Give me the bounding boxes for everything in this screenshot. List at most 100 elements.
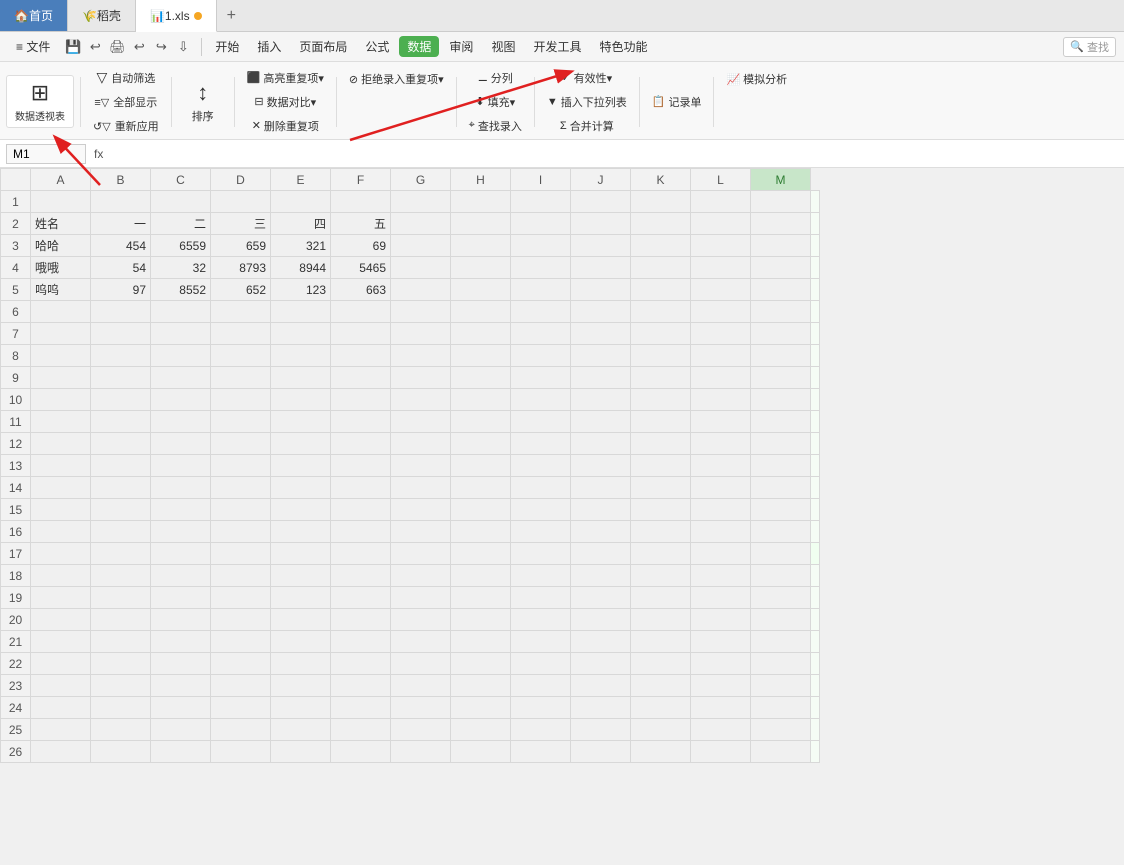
cell-15-3[interactable] [211,499,271,521]
col-header-K[interactable]: K [631,169,691,191]
cell-24-4[interactable] [271,697,331,719]
menu-pagelayout[interactable]: 页面布局 [291,35,355,58]
row-num-1[interactable]: 1 [1,191,31,213]
cell-26-13[interactable] [811,741,820,763]
cell-1-9[interactable] [571,191,631,213]
cell-7-5[interactable] [331,323,391,345]
cell-12-8[interactable] [511,433,571,455]
insert-dropdown-button[interactable]: ▼ 插入下拉列表 [541,91,633,113]
cell-7-12[interactable] [751,323,811,345]
cell-21-11[interactable] [691,631,751,653]
cell-19-2[interactable] [151,587,211,609]
cell-13-10[interactable] [631,455,691,477]
cell-10-6[interactable] [391,389,451,411]
cell-22-12[interactable] [751,653,811,675]
cell-12-3[interactable] [211,433,271,455]
cell-14-4[interactable] [271,477,331,499]
cell-22-3[interactable] [211,653,271,675]
cell-12-13[interactable] [811,433,820,455]
cell-24-7[interactable] [451,697,511,719]
cell-25-7[interactable] [451,719,511,741]
row-num-6[interactable]: 6 [1,301,31,323]
cell-18-6[interactable] [391,565,451,587]
cell-21-13[interactable] [811,631,820,653]
cell-18-5[interactable] [331,565,391,587]
row-num-20[interactable]: 20 [1,609,31,631]
cell-14-7[interactable] [451,477,511,499]
cell-20-7[interactable] [451,609,511,631]
cell-24-3[interactable] [211,697,271,719]
cell-17-6[interactable] [391,543,451,565]
cell-9-4[interactable] [271,367,331,389]
col-header-M[interactable]: M [751,169,811,191]
cell-4-0[interactable]: 哦哦 [31,257,91,279]
cell-26-11[interactable] [691,741,751,763]
cell-16-2[interactable] [151,521,211,543]
cell-16-12[interactable] [751,521,811,543]
full-show-button[interactable]: ≡▽ 全部显示 [87,91,165,113]
cell-7-2[interactable] [151,323,211,345]
cell-24-5[interactable] [331,697,391,719]
row-num-10[interactable]: 10 [1,389,31,411]
cell-26-6[interactable] [391,741,451,763]
cell-10-11[interactable] [691,389,751,411]
cell-12-10[interactable] [631,433,691,455]
cell-23-13[interactable] [811,675,820,697]
cell-2-7[interactable] [451,213,511,235]
undo-icon[interactable]: ↩ [86,38,104,56]
row-num-16[interactable]: 16 [1,521,31,543]
cell-12-5[interactable] [331,433,391,455]
highlight-dup-button[interactable]: ⬛ 高亮重复项▾ [241,67,330,89]
cell-2-5[interactable]: 五 [331,213,391,235]
cell-2-4[interactable]: 四 [271,213,331,235]
cell-25-8[interactable] [511,719,571,741]
row-num-15[interactable]: 15 [1,499,31,521]
cell-7-4[interactable] [271,323,331,345]
cell-23-3[interactable] [211,675,271,697]
cell-12-12[interactable] [751,433,811,455]
cell-1-11[interactable] [691,191,751,213]
cell-11-3[interactable] [211,411,271,433]
cell-6-5[interactable] [331,301,391,323]
menu-data[interactable]: 数据 [399,36,439,57]
cell-4-13[interactable] [811,257,820,279]
cell-3-3[interactable]: 659 [211,235,271,257]
cell-16-4[interactable] [271,521,331,543]
cell-18-9[interactable] [571,565,631,587]
cell-13-11[interactable] [691,455,751,477]
tab-add-button[interactable]: + [217,0,246,31]
cell-20-13[interactable] [811,609,820,631]
cell-8-10[interactable] [631,345,691,367]
cell-26-12[interactable] [751,741,811,763]
cell-3-1[interactable]: 454 [91,235,151,257]
cell-8-6[interactable] [391,345,451,367]
cell-19-7[interactable] [451,587,511,609]
cell-21-1[interactable] [91,631,151,653]
cell-26-4[interactable] [271,741,331,763]
cell-25-0[interactable] [31,719,91,741]
cell-6-13[interactable] [811,301,820,323]
row-num-21[interactable]: 21 [1,631,31,653]
cell-20-1[interactable] [91,609,151,631]
cell-15-7[interactable] [451,499,511,521]
cell-4-1[interactable]: 54 [91,257,151,279]
cell-3-12[interactable] [751,235,811,257]
cell-16-11[interactable] [691,521,751,543]
row-num-19[interactable]: 19 [1,587,31,609]
cell-11-5[interactable] [331,411,391,433]
cell-8-5[interactable] [331,345,391,367]
cell-23-7[interactable] [451,675,511,697]
cell-3-10[interactable] [631,235,691,257]
cell-2-12[interactable] [751,213,811,235]
row-num-4[interactable]: 4 [1,257,31,279]
cell-1-1[interactable] [91,191,151,213]
cell-19-4[interactable] [271,587,331,609]
cell-10-2[interactable] [151,389,211,411]
cell-17-13[interactable] [811,543,820,565]
cell-13-6[interactable] [391,455,451,477]
cell-10-0[interactable] [31,389,91,411]
cell-4-5[interactable]: 5465 [331,257,391,279]
cell-22-9[interactable] [571,653,631,675]
cell-25-12[interactable] [751,719,811,741]
cell-5-6[interactable] [391,279,451,301]
